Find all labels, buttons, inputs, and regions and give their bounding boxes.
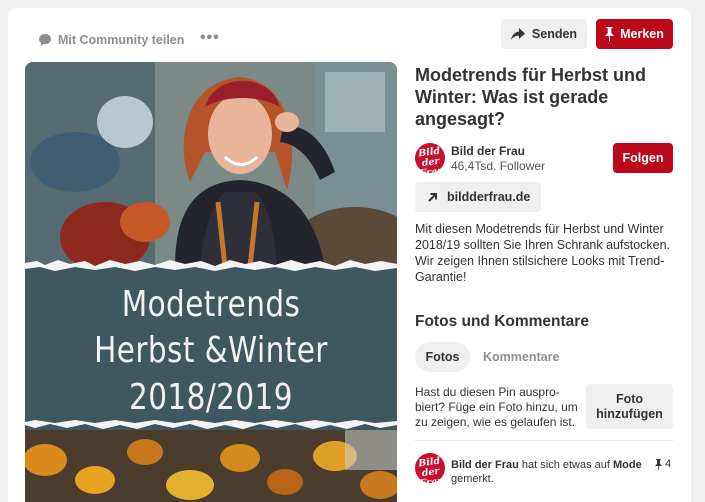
send-arrow-icon [510, 28, 525, 40]
torn-paper-edge [25, 260, 397, 275]
pin-image[interactable]: Modetrends Herbst &Winter 2018/2019 [25, 62, 397, 502]
send-label: Senden [531, 27, 578, 41]
image-title-line: 2018/2019 [129, 377, 293, 418]
save-label: Merken [620, 27, 664, 41]
follow-button[interactable]: Folgen [613, 143, 673, 173]
tab-photos[interactable]: Fotos [415, 342, 470, 372]
pushpin-icon [655, 458, 662, 470]
save-count: 4 [655, 458, 671, 470]
share-community-label: Mit Community teilen [58, 33, 185, 47]
send-button[interactable]: Senden [501, 19, 587, 49]
tab-comments[interactable]: Kommentare [483, 342, 559, 372]
activity-user-link[interactable]: Bild der Frau [451, 459, 519, 471]
activity-text: Bild der Frau hat sich etwas auf Mode ge… [451, 459, 642, 485]
source-link-label: bildderfrau.de [447, 190, 531, 204]
image-title-line: Modetrends [121, 284, 301, 325]
source-link-button[interactable]: bildderfrau.de [415, 182, 541, 212]
share-community-button[interactable]: Mit Community teilen [38, 26, 184, 54]
save-button[interactable]: Merken [596, 19, 673, 49]
add-photo-button[interactable]: Foto hinzufügen [586, 384, 673, 429]
tried-pin-prompt: Hast du diesen Pin auspro-biert? Füge ei… [415, 385, 578, 429]
image-title-line: Herbst &Winter [94, 330, 328, 371]
divider [415, 440, 673, 441]
arrow-up-right-icon [428, 192, 437, 202]
activity-user-avatar[interactable]: Bild der Frau [413, 451, 447, 485]
activity-board-link[interactable]: Mode [613, 459, 642, 471]
photo-woman-with-headscarf [25, 62, 397, 267]
speech-bubble-icon [39, 34, 51, 46]
follower-count: 46,4Tsd. Follower [451, 159, 546, 173]
pin-title[interactable]: Modetrends für Herbst und Winter: Was is… [415, 64, 677, 130]
author-name[interactable]: Bild der Frau [451, 144, 525, 158]
pin-description: Mit diesen Modetrends für Herbst und Win… [415, 222, 671, 284]
pushpin-icon [605, 27, 614, 41]
author-avatar[interactable]: Bild der Frau [413, 141, 447, 175]
more-options-icon[interactable]: ••• [200, 30, 220, 46]
save-count-value: 4 [665, 458, 672, 470]
pin-closeup-card: Mit Community teilen ••• Senden Merken M… [8, 8, 691, 502]
photos-comments-heading: Fotos und Kommentare [415, 313, 589, 330]
photo-autumn-leaves [25, 430, 397, 502]
